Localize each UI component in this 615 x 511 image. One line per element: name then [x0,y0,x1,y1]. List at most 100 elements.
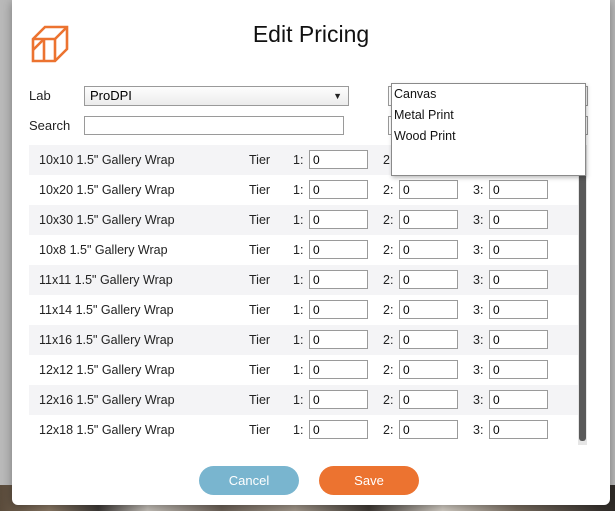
lab-select[interactable]: ProDPI ▼ [84,86,349,106]
product-name: 11x14 1.5" Gallery Wrap [39,303,174,317]
tier-3-price-input[interactable] [489,360,548,379]
tier-2-price-input[interactable] [399,390,458,409]
tier-number-label: 1: [293,393,304,407]
tier-2-price-input[interactable] [399,240,458,259]
tier-1-price-input[interactable] [309,420,368,439]
product-name: 11x11 1.5" Gallery Wrap [39,273,173,287]
tier-3-price-input[interactable] [489,300,548,319]
price-list[interactable]: 10x10 1.5" Gallery Wrap Tier 1: 2: 3: 10x20 1… [29,145,578,445]
product-name: 12x12 1.5" Gallery Wrap [39,363,175,377]
dialog-title: Edit Pricing [252,21,370,47]
tier-number-label: 2: [383,213,394,227]
tier-2-price-input[interactable] [399,330,458,349]
tier-number-label: 1: [293,423,304,437]
save-button[interactable]: Save [319,466,419,495]
tier-number-label: 1: [293,273,304,287]
table-row: 12x18 1.5" Gallery Wrap Tier 1: 2: 3: [29,415,578,445]
product-name: 10x8 1.5" Gallery Wrap [39,243,168,257]
tier-label: Tier [249,303,271,317]
tier-label: Tier [249,393,271,407]
tier-1-price-input[interactable] [309,330,368,349]
lab-select-value: ProDPI [90,88,132,103]
tier-number-label: 2: [383,183,394,197]
tier-number-label: 2: [383,243,394,257]
table-row: 11x14 1.5" Gallery Wrap Tier 1: 2: 3: [29,295,578,325]
tier-1-price-input[interactable] [309,210,368,229]
table-row: 11x16 1.5" Gallery Wrap Tier 1: 2: 3: [29,325,578,355]
tier-1-price-input[interactable] [309,180,368,199]
tier-number-label: 2: [383,423,394,437]
tier-1-price-input[interactable] [309,390,368,409]
tier-label: Tier [249,423,271,437]
tier-1-price-input[interactable] [309,300,368,319]
tier-3-price-input[interactable] [489,210,548,229]
tier-number-label: 3: [473,393,484,407]
tier-number-label: 3: [473,423,484,437]
table-row: 10x8 1.5" Gallery Wrap Tier 1: 2: 3: [29,235,578,265]
tier-label: Tier [249,213,271,227]
lab-label: Lab [29,88,51,103]
tier-3-price-input[interactable] [489,390,548,409]
tier-number-label: 1: [293,363,304,377]
scrollbar-thumb[interactable] [579,145,586,441]
tier-1-price-input[interactable] [309,360,368,379]
tier-label: Tier [249,333,271,347]
table-row: 10x30 1.5" Gallery Wrap Tier 1: 2: 3: [29,205,578,235]
tier-number-label: 3: [473,333,484,347]
tier-2-price-input[interactable] [399,270,458,289]
tier-2-price-input[interactable] [399,210,458,229]
category-option[interactable]: Wood Print [392,126,585,147]
product-name: 11x16 1.5" Gallery Wrap [39,333,174,347]
tier-3-price-input[interactable] [489,180,548,199]
tier-3-price-input[interactable] [489,330,548,349]
tier-number-label: 1: [293,243,304,257]
table-row: 11x11 1.5" Gallery Wrap Tier 1: 2: 3: [29,265,578,295]
tier-1-price-input[interactable] [309,270,368,289]
tier-2-price-input[interactable] [399,360,458,379]
tier-number-label: 2: [383,273,394,287]
category-option[interactable]: Metal Print [392,105,585,126]
category-dropdown-menu: Canvas Metal Print Wood Print [391,83,586,176]
search-label: Search [29,118,71,133]
tier-1-price-input[interactable] [309,150,368,169]
chevron-down-icon: ▼ [333,91,342,101]
product-name: 12x16 1.5" Gallery Wrap [39,393,175,407]
tier-2-price-input[interactable] [399,180,458,199]
tier-number-label: 1: [293,153,304,167]
category-option[interactable]: Canvas [392,84,585,105]
table-row: 12x16 1.5" Gallery Wrap Tier 1: 2: 3: [29,385,578,415]
tier-3-price-input[interactable] [489,270,548,289]
tier-number-label: 2: [383,333,394,347]
tier-3-price-input[interactable] [489,420,548,439]
product-name: 12x18 1.5" Gallery Wrap [39,423,175,437]
tier-number-label: 1: [293,333,304,347]
tier-number-label: 2: [383,363,394,377]
product-name: 10x30 1.5" Gallery Wrap [39,213,175,227]
tier-number-label: 2: [383,393,394,407]
tier-number-label: 1: [293,183,304,197]
tier-2-price-input[interactable] [399,420,458,439]
tier-number-label: 1: [293,303,304,317]
tier-number-label: 3: [473,363,484,377]
cancel-button[interactable]: Cancel [199,466,299,495]
tier-label: Tier [249,243,271,257]
search-input[interactable] [84,116,344,135]
tier-number-label: 2: [383,303,394,317]
tier-number-label: 3: [473,303,484,317]
tier-number-label: 3: [473,183,484,197]
tier-number-label: 3: [473,273,484,287]
product-name: 10x20 1.5" Gallery Wrap [39,183,175,197]
tier-2-price-input[interactable] [399,300,458,319]
tier-number-label: 1: [293,213,304,227]
tier-label: Tier [249,183,271,197]
tier-3-price-input[interactable] [489,240,548,259]
tier-number-label: 3: [473,213,484,227]
tier-number-label: 3: [473,243,484,257]
tier-label: Tier [249,273,271,287]
tier-label: Tier [249,363,271,377]
edit-pricing-dialog: Edit Pricing Lab ProDPI ▼ Search Canvas … [12,0,610,505]
tier-1-price-input[interactable] [309,240,368,259]
table-row: 12x12 1.5" Gallery Wrap Tier 1: 2: 3: [29,355,578,385]
tier-label: Tier [249,153,271,167]
product-name: 10x10 1.5" Gallery Wrap [39,153,175,167]
